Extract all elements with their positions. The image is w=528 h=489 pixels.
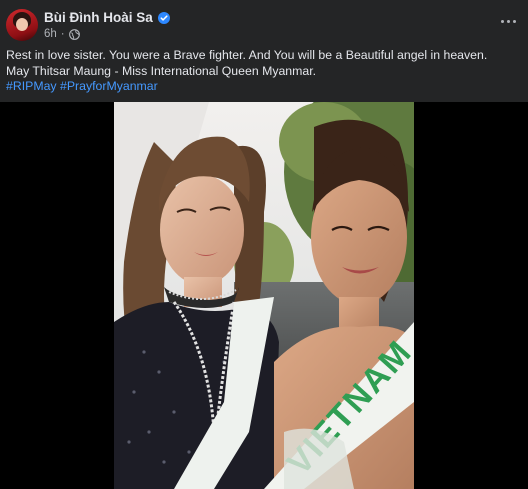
author-name[interactable]: Bùi Đình Hoài Sa <box>44 10 153 25</box>
verified-badge-icon <box>157 11 170 24</box>
post-header: Bùi Đình Hoài Sa 6h · <box>0 0 528 44</box>
more-options-icon[interactable] <box>498 14 518 28</box>
meta-separator: · <box>60 28 65 40</box>
author-avatar[interactable] <box>6 9 38 41</box>
facebook-post: Bùi Đình Hoài Sa 6h · Rest in love siste… <box>0 0 528 489</box>
post-timestamp[interactable]: 6h <box>44 28 57 40</box>
globe-icon[interactable] <box>68 28 80 40</box>
post-text-line-2: May Thitsar Maung - Miss International Q… <box>6 63 317 78</box>
post-text-line-1: Rest in love sister. You were a Brave fi… <box>6 48 488 62</box>
video-player[interactable]: VIETNAM <box>114 102 414 489</box>
post-hashtags: #RIPMay #PrayforMyanmar <box>6 79 522 95</box>
hashtag-prayformyanmar[interactable]: #PrayforMyanmar <box>60 79 158 93</box>
post-media: VIETNAM <box>0 102 528 489</box>
post-text: Rest in love sister. You were a Brave fi… <box>6 48 522 95</box>
hashtag-ripmay[interactable]: #RIPMay <box>6 79 57 93</box>
video-frame: VIETNAM <box>114 102 414 489</box>
author-name-row: Bùi Đình Hoài Sa <box>44 10 170 25</box>
post-meta: 6h · <box>44 28 80 40</box>
